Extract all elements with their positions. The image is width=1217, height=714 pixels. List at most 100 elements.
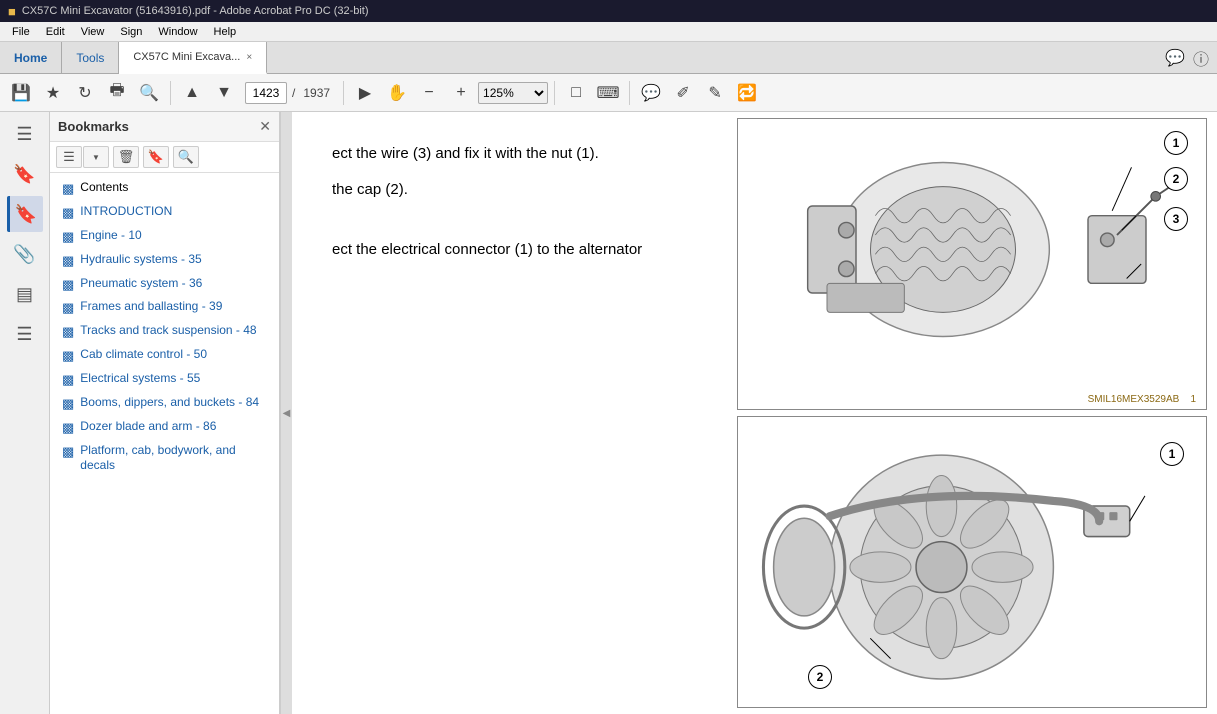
tab-home[interactable]: Home <box>0 42 62 73</box>
panel-btn-pages[interactable]: ▤ <box>7 276 43 312</box>
callout-3-diagram1: 3 <box>1164 207 1188 231</box>
diagram-1-svg <box>738 119 1206 380</box>
help-icon[interactable]: ⓘ <box>1193 46 1209 70</box>
title-bar: ■ CX57C Mini Excavator (51643916).pdf - … <box>0 0 1217 22</box>
chat-icon[interactable]: 💬 <box>1165 48 1185 68</box>
bookmark-item-hydraulic[interactable]: ▩ Hydraulic systems - 35 <box>50 249 279 273</box>
page-separator: / <box>289 86 298 100</box>
bookmark-item-engine[interactable]: ▩ Engine - 10 <box>50 225 279 249</box>
bookmark-icon-2: ▩ <box>62 229 74 246</box>
bookmark-item-pneumatic[interactable]: ▩ Pneumatic system - 36 <box>50 273 279 297</box>
bookmark-item-booms[interactable]: ▩ Booms, dippers, and buckets - 84 <box>50 392 279 416</box>
bookmarks-toolbar: ☰ ▼ 🗑 🔖 🔍 <box>50 142 279 173</box>
bookmark-icon-4: ▩ <box>62 277 74 294</box>
fit-page-button[interactable]: □ <box>561 78 591 108</box>
hand-tool-button[interactable]: ✋ <box>382 78 412 108</box>
form-button[interactable]: ⌨ <box>593 78 623 108</box>
bookmark-label-11: Platform, cab, bodywork, and decals <box>80 443 271 474</box>
toolbar-separator-3 <box>554 81 555 105</box>
bookmark-item-tracks[interactable]: ▩ Tracks and track suspension - 48 <box>50 320 279 344</box>
bookmarks-close-button[interactable]: ✕ <box>259 118 271 135</box>
document-area: ect the wire (3) and fix it with the nut… <box>292 112 1217 714</box>
tab-document-label: CX57C Mini Excava... <box>133 51 240 63</box>
bookmark-icon-1: ▩ <box>62 205 74 222</box>
tab-tools[interactable]: Tools <box>62 42 119 73</box>
bookmark-item-intro[interactable]: ▩ INTRODUCTION <box>50 201 279 225</box>
prev-page-button[interactable]: ▲ <box>177 78 207 108</box>
bookmark-label-9: Booms, dippers, and buckets - 84 <box>80 395 271 411</box>
page-navigation: 1423 / 1937 <box>245 82 333 104</box>
panel-btn-attachments[interactable]: 📎 <box>7 236 43 272</box>
save-button[interactable]: 💾 <box>6 78 36 108</box>
panel-btn-content[interactable]: ☰ <box>7 316 43 352</box>
toolbar-separator-4 <box>629 81 630 105</box>
page-total: 1937 <box>300 86 333 100</box>
find-button[interactable]: 🔍 <box>134 78 164 108</box>
share2-button[interactable]: 🔁 <box>732 78 762 108</box>
zoom-in-button[interactable]: + <box>446 78 476 108</box>
bookmark-icon-10: ▩ <box>62 420 74 437</box>
bookmark-item-platform[interactable]: ▩ Platform, cab, bodywork, and decals <box>50 440 279 477</box>
bookmark-item-electrical[interactable]: ▩ Electrical systems - 55 <box>50 368 279 392</box>
tab-tools-label: Tools <box>76 51 104 65</box>
bm-menu-button[interactable]: ☰ <box>56 146 82 168</box>
bookmark-label-5: Frames and ballasting - 39 <box>80 299 271 315</box>
zoom-select[interactable]: 125% 100% 75% 150% <box>478 82 548 104</box>
menu-help[interactable]: Help <box>206 25 245 39</box>
menu-edit[interactable]: Edit <box>38 25 73 39</box>
bookmark-item-frames[interactable]: ▩ Frames and ballasting - 39 <box>50 296 279 320</box>
bookmark-label-10: Dozer blade and arm - 86 <box>80 419 271 435</box>
next-page-button[interactable]: ▼ <box>209 78 239 108</box>
bookmark-icon-7: ▩ <box>62 348 74 365</box>
bookmarks-panel: Bookmarks ✕ ☰ ▼ 🗑 🔖 🔍 ▩ Contents ▩ INTRO… <box>50 112 280 714</box>
bookmark-item-dozer[interactable]: ▩ Dozer blade and arm - 86 <box>50 416 279 440</box>
bookmark-icon-0: ▩ <box>62 181 74 198</box>
tab-home-label: Home <box>14 51 47 65</box>
menu-sign[interactable]: Sign <box>112 25 150 39</box>
diagrams-container: 1 2 3 SMIL16MEX3529AB 1 <box>737 112 1207 714</box>
left-panel: ☰ 🔖 🔖 📎 ▤ ☰ <box>0 112 50 714</box>
tab-close-button[interactable]: × <box>246 52 252 63</box>
diagram-1: 1 2 3 SMIL16MEX3529AB 1 <box>737 118 1207 410</box>
bookmark-icon-8: ▩ <box>62 372 74 389</box>
comment-button[interactable]: 💬 <box>636 78 666 108</box>
panel-btn-bookmarks[interactable]: 🔖 <box>7 156 43 192</box>
draw-button[interactable]: ✎ <box>700 78 730 108</box>
toolbar-separator-1 <box>170 81 171 105</box>
bm-delete-button[interactable]: 🗑 <box>113 146 139 168</box>
panel-collapse-handle[interactable]: ◀ <box>280 112 292 714</box>
bookmarks-title: Bookmarks <box>58 119 129 134</box>
panel-btn-layers[interactable]: ☰ <box>7 116 43 152</box>
bookmark-icon-3: ▩ <box>62 253 74 270</box>
bm-add-dropdown: ☰ ▼ <box>56 146 109 168</box>
bookmark-item-cab[interactable]: ▩ Cab climate control - 50 <box>50 344 279 368</box>
diagram-1-label: SMIL16MEX3529AB 1 <box>1082 392 1202 407</box>
zoom-out-button[interactable]: − <box>414 78 444 108</box>
bookmarks-list: ▩ Contents ▩ INTRODUCTION ▩ Engine - 10 … <box>50 173 279 714</box>
bookmark-label-4: Pneumatic system - 36 <box>80 276 271 292</box>
bookmark-button[interactable]: ★ <box>38 78 68 108</box>
diagram-2: 1 2 <box>737 416 1207 708</box>
menu-view[interactable]: View <box>73 25 113 39</box>
cursor-tool-button[interactable]: ▶ <box>350 78 380 108</box>
document-text: ect the wire (3) and fix it with the nut… <box>332 142 732 262</box>
menu-file[interactable]: File <box>4 25 38 39</box>
doc-text-line1: ect the wire (3) and fix it with the nut… <box>332 142 732 166</box>
bm-new-button[interactable]: 🔖 <box>143 146 169 168</box>
tab-document[interactable]: CX57C Mini Excava... × <box>119 42 267 74</box>
bm-goto-button[interactable]: 🔍 <box>173 146 199 168</box>
highlight-button[interactable]: ✐ <box>668 78 698 108</box>
callout-1-diagram1: 1 <box>1164 131 1188 155</box>
panel-btn-bookmark-active[interactable]: 🔖 <box>7 196 43 232</box>
page-input[interactable]: 1423 <box>245 82 287 104</box>
toolbar-separator-2 <box>343 81 344 105</box>
bookmark-label-1: INTRODUCTION <box>80 204 271 220</box>
share-button[interactable]: ↻ <box>70 78 100 108</box>
window-title: CX57C Mini Excavator (51643916).pdf - Ad… <box>22 5 369 17</box>
bookmark-label-8: Electrical systems - 55 <box>80 371 271 387</box>
menu-window[interactable]: Window <box>150 25 205 39</box>
bm-menu-arrow[interactable]: ▼ <box>83 146 109 168</box>
print-button[interactable]: 🖶 <box>102 78 132 108</box>
doc-text-line3: ect the electrical connector (1) to the … <box>332 238 732 262</box>
bookmark-item-contents[interactable]: ▩ Contents <box>50 177 279 201</box>
